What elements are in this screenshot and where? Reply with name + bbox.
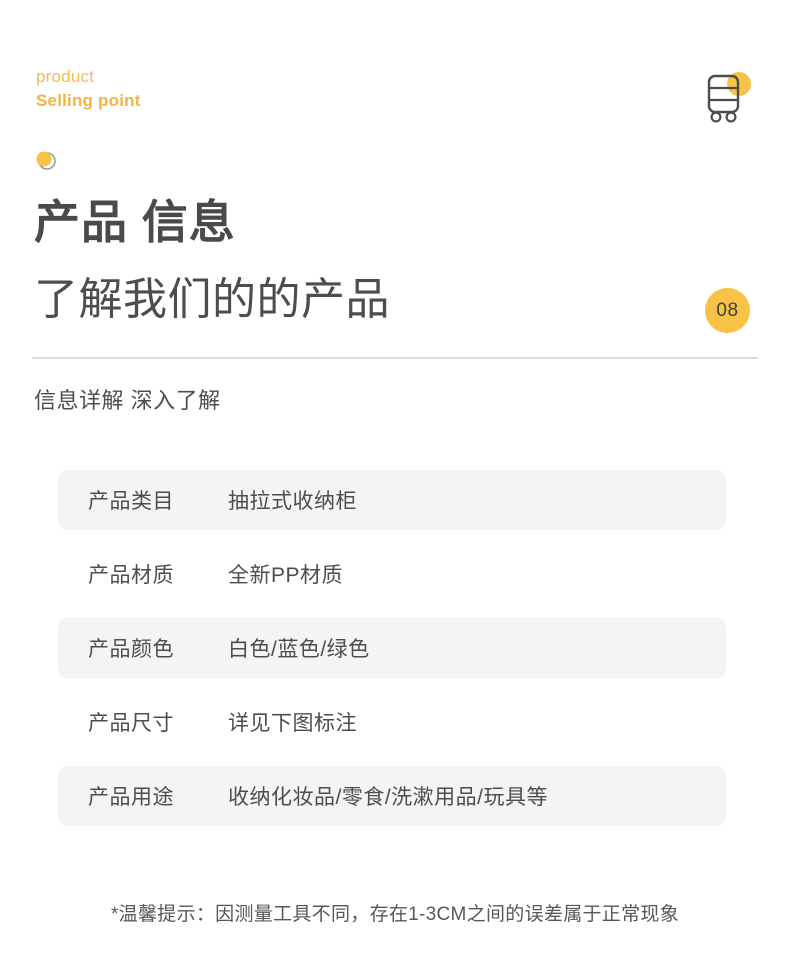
spec-key: 产品材质 [88, 564, 174, 587]
spec-key: 产品颜色 [88, 638, 174, 661]
eyebrow-line-selling-point: Selling point [36, 90, 141, 110]
table-row: 产品用途 收纳化妆品/零食/洗漱用品/玩具等 [58, 766, 726, 826]
footer-note: *温馨提示：因测量工具不同，存在1-3CM之间的误差属于正常现象 [110, 904, 679, 925]
spec-key: 产品类目 [88, 490, 174, 513]
divider [32, 357, 758, 359]
page-subtitle: 了解我们的的产品 [34, 275, 390, 324]
table-row: 产品尺寸 详见下图标注 [58, 692, 726, 752]
spec-table: 产品类目 抽拉式收纳柜 产品材质 全新PP材质 产品颜色 白色/蓝色/绿色 产品… [58, 470, 726, 840]
table-row: 产品材质 全新PP材质 [58, 544, 726, 604]
storage-cart-icon [696, 66, 758, 128]
dot-marker [34, 150, 60, 172]
spec-value: 白色/蓝色/绿色 [228, 638, 370, 661]
table-row: 产品类目 抽拉式收纳柜 [58, 470, 726, 530]
eyebrow-block: product Selling point [36, 67, 141, 110]
eyebrow-line-product: product [36, 67, 95, 86]
spec-value: 详见下图标注 [228, 712, 357, 735]
page-title: 产品 信息 [34, 196, 236, 248]
spec-value: 全新PP材质 [228, 564, 344, 587]
table-row: 产品颜色 白色/蓝色/绿色 [58, 618, 726, 678]
spec-value: 收纳化妆品/零食/洗漱用品/玩具等 [228, 786, 549, 809]
spec-key: 产品尺寸 [88, 712, 174, 735]
spec-key: 产品用途 [88, 786, 174, 809]
section-label: 信息详解 深入了解 [34, 388, 221, 413]
section-number-badge: 08 [705, 288, 750, 333]
spec-value: 抽拉式收纳柜 [228, 490, 357, 513]
